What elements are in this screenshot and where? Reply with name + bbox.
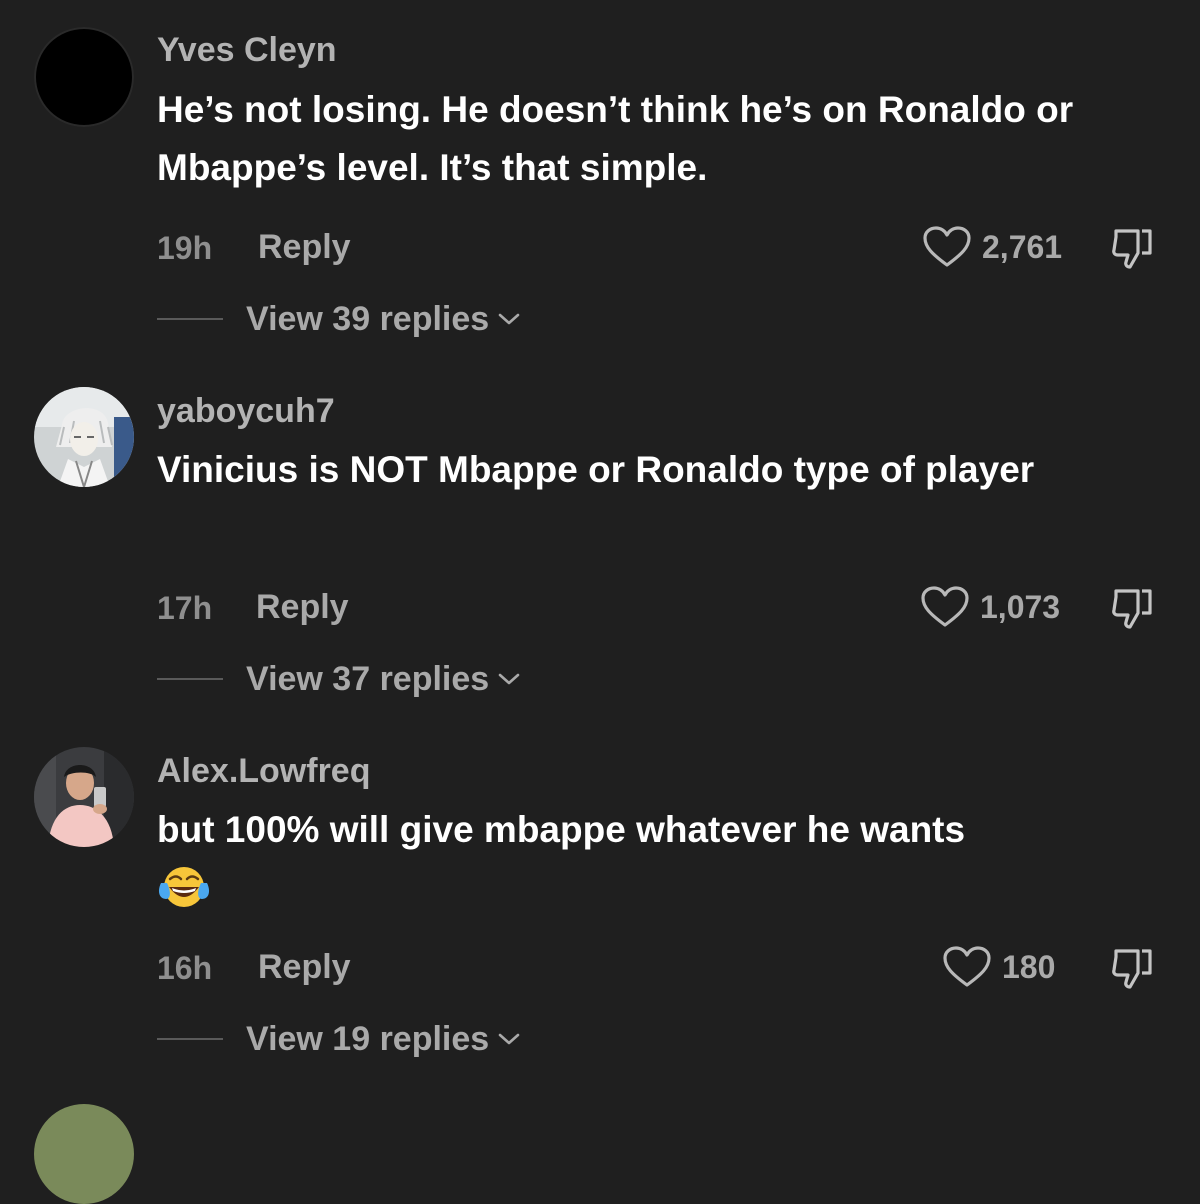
view-replies-button[interactable]: View 37 replies [246,659,521,699]
thumbs-down-icon[interactable] [1108,585,1156,633]
reply-button[interactable]: Reply [258,947,351,987]
comment-username[interactable]: yaboycuh7 [157,391,335,431]
replies-divider [157,678,223,680]
reply-button[interactable]: Reply [258,227,351,267]
thumbs-down-icon[interactable] [1108,945,1156,993]
comment-username[interactable]: Alex.Lowfreq [157,751,370,791]
heart-outline-icon [923,226,971,267]
comment-timestamp: 16h [157,950,213,986]
like-count: 1,073 [980,588,1061,625]
view-replies-label: View 39 replies [246,300,490,338]
heart-outline-icon [943,946,991,987]
thumbs-down-icon[interactable] [1108,225,1156,273]
like-count: 180 [1002,948,1056,985]
comment-timestamp: 19h [157,230,213,266]
replies-divider [157,1038,223,1040]
avatar[interactable] [34,747,134,847]
view-replies-button[interactable]: View 39 replies [246,299,521,339]
view-replies-button[interactable]: View 19 replies [246,1019,521,1059]
replies-divider [157,318,223,320]
comment-username[interactable]: Yves Cleyn [157,30,337,70]
like-button[interactable]: 2,761 [922,225,1062,269]
avatar[interactable] [34,387,134,487]
comment-text: He’s not losing. He doesn’t think he’s o… [157,89,1074,188]
comment-text-body: but 100% will give mbappe whatever he wa… [157,809,966,850]
reply-button[interactable]: Reply [256,587,349,627]
face-with-tears-of-joy-icon [158,867,210,907]
avatar[interactable] [34,27,134,127]
heart-outline-icon [921,586,969,627]
avatar[interactable] [34,1104,134,1204]
comment-timestamp: 17h [157,590,213,626]
view-replies-label: View 19 replies [246,1020,490,1058]
like-button[interactable]: 180 [942,945,1055,989]
chevron-down-icon [498,313,520,325]
like-count: 2,761 [982,228,1063,265]
chevron-down-icon [498,1033,520,1045]
comment-text: but 100% will give mbappe whatever he wa… [157,801,1167,911]
like-button[interactable]: 1,073 [920,585,1060,629]
chevron-down-icon [498,673,520,685]
comment-text: Vinicius is NOT Mbappe or Ronaldo type o… [157,449,1035,490]
view-replies-label: View 37 replies [246,660,490,698]
